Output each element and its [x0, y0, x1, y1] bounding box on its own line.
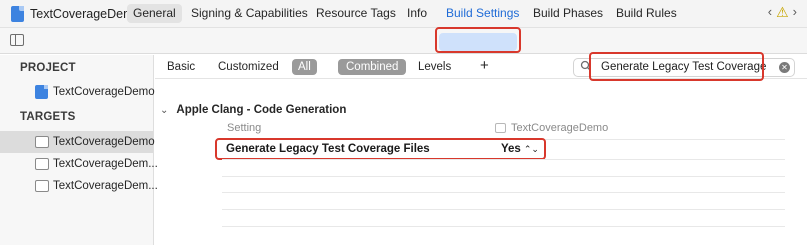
target-icon	[35, 136, 49, 148]
view-levels-button[interactable]: Levels	[418, 59, 451, 75]
sidebar-item-project[interactable]: TextCoverageDemo	[0, 81, 155, 103]
sidebar-item-label: TextCoverageDem...	[53, 158, 158, 170]
row-divider	[222, 192, 785, 193]
sidebar-item-label: TextCoverageDem...	[53, 180, 158, 192]
settings-group-header[interactable]: ⌄ Apple Clang - Code Generation	[160, 104, 346, 116]
editor-tab-bar	[0, 28, 807, 54]
disclosure-chevron-icon[interactable]: ⌄	[160, 105, 168, 116]
build-settings-tab-background	[439, 33, 517, 51]
setting-column-header: Setting	[227, 122, 262, 134]
tab-build-rules[interactable]: Build Rules	[616, 4, 677, 23]
table-row[interactable]: Generate Legacy Test Coverage Files Yes ⌃…	[222, 140, 785, 159]
target-column-header: TextCoverageDemo	[511, 122, 609, 134]
tab-build-phases[interactable]: Build Phases	[533, 4, 603, 23]
tab-signing-capabilities[interactable]: Signing & Capabilities	[191, 4, 308, 23]
window-title: TextCoverageDemo	[30, 7, 141, 21]
view-combined-button[interactable]: Combined	[338, 59, 407, 75]
row-divider	[222, 209, 785, 210]
search-icon	[580, 60, 592, 75]
sidebar-item-target-tests[interactable]: TextCoverageDem...	[0, 153, 158, 175]
project-target-sidebar: PROJECT TextCoverageDemo TARGETS TextCov…	[0, 55, 158, 245]
search-input[interactable]: Generate Legacy Test Coverage	[601, 61, 766, 73]
add-setting-button[interactable]: +	[480, 58, 489, 74]
tab-info[interactable]: Info	[407, 4, 427, 23]
filter-customized-button[interactable]: Customized	[218, 59, 279, 75]
title-bar: TextCoverageDemo ‹ ⚠ ›	[0, 0, 807, 28]
row-divider	[222, 159, 785, 160]
setting-value-popup[interactable]: Yes ⌃⌄	[501, 143, 539, 155]
targets-section-header: TARGETS	[20, 111, 76, 123]
clear-search-icon[interactable]: ✕	[779, 62, 790, 73]
sidebar-item-target-app[interactable]: TextCoverageDemo	[0, 131, 155, 153]
navigation-controls: ‹ ⚠ ›	[768, 4, 797, 21]
warning-icon[interactable]: ⚠	[776, 4, 789, 21]
setting-value: Yes	[501, 143, 521, 155]
forward-arrow-icon[interactable]: ›	[793, 4, 797, 21]
tab-build-settings[interactable]: Build Settings	[446, 4, 519, 23]
row-divider	[222, 176, 785, 177]
sidebar-item-target-uitests[interactable]: TextCoverageDem...	[0, 175, 158, 197]
back-arrow-icon[interactable]: ‹	[768, 4, 772, 21]
tab-general[interactable]: General	[127, 4, 182, 23]
build-settings-search-field[interactable]: Generate Legacy Test Coverage ✕	[573, 58, 795, 77]
settings-group-title: Apple Clang - Code Generation	[176, 104, 347, 116]
sidebar-toggle-icon[interactable]	[10, 34, 24, 46]
row-divider	[222, 226, 785, 227]
sidebar-item-label: TextCoverageDemo	[53, 86, 155, 98]
target-icon	[35, 158, 49, 170]
sidebar-item-label: TextCoverageDemo	[53, 136, 155, 148]
xcode-project-icon	[11, 6, 24, 22]
target-column-icon	[495, 123, 506, 133]
project-file-icon	[35, 85, 48, 99]
project-section-header: PROJECT	[20, 62, 76, 74]
filter-all-button[interactable]: All	[292, 59, 317, 75]
popup-stepper-icon: ⌃⌄	[523, 144, 539, 154]
filter-basic-button[interactable]: Basic	[167, 59, 195, 75]
setting-name: Generate Legacy Test Coverage Files	[226, 143, 430, 155]
tab-resource-tags[interactable]: Resource Tags	[316, 4, 396, 23]
target-icon	[35, 180, 49, 192]
